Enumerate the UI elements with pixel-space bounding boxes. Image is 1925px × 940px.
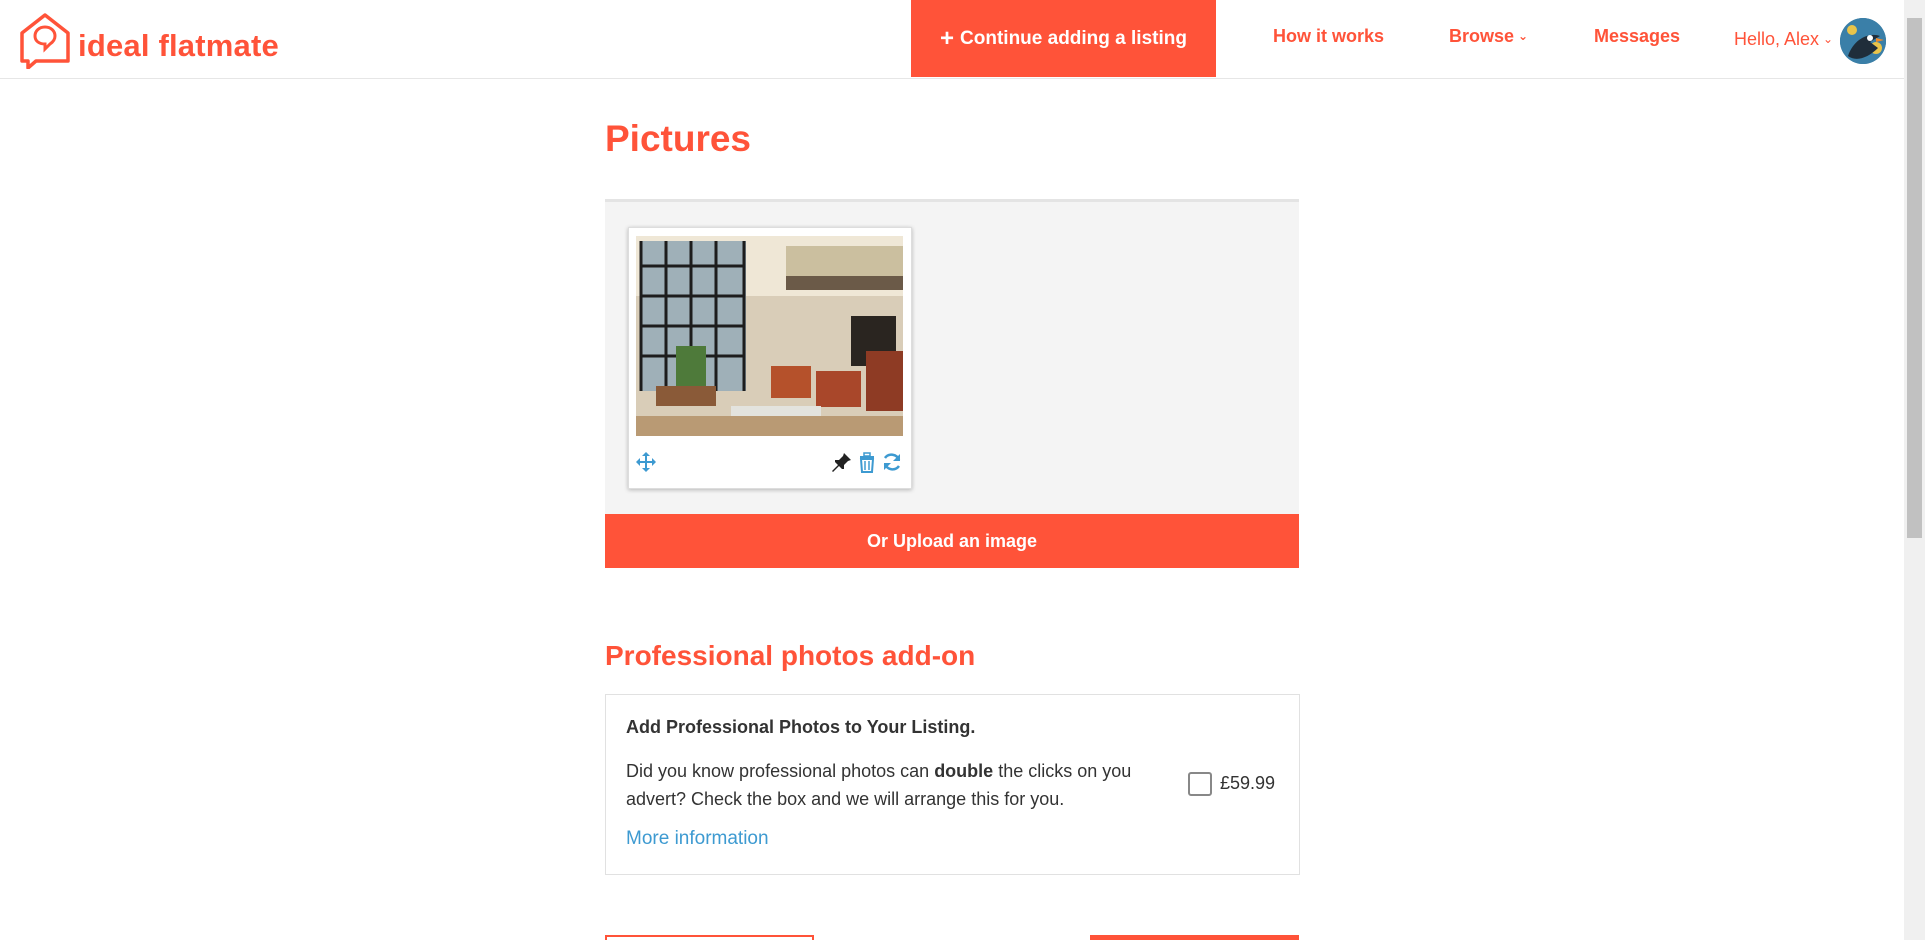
user-menu[interactable]: Hello, Alex ⌄ — [1734, 29, 1833, 50]
avatar[interactable] — [1840, 18, 1886, 64]
nav-link-browse-label: Browse — [1449, 26, 1515, 46]
professional-photos-checkbox[interactable] — [1188, 772, 1212, 796]
trash-icon[interactable] — [856, 451, 878, 473]
living-room-image — [636, 236, 903, 436]
brand-name: ideal flatmate — [78, 28, 279, 63]
nav-link-how-it-works[interactable]: How it works — [1273, 26, 1384, 47]
addon-heading: Professional photos add-on — [605, 640, 976, 671]
chevron-down-icon: ⌄ — [1823, 32, 1834, 46]
photo-card[interactable] — [628, 227, 912, 489]
pin-icon[interactable] — [831, 451, 853, 473]
house-chat-icon — [20, 13, 70, 69]
nav-link-messages[interactable]: Messages — [1594, 26, 1680, 47]
user-greeting: Hello, Alex — [1734, 29, 1820, 49]
addon-panel: Add Professional Photos to Your Listing.… — [605, 694, 1300, 875]
continue-listing-button[interactable]: + Continue adding a listing — [911, 0, 1216, 77]
scrollbar-thumb[interactable] — [1907, 18, 1922, 538]
addon-price: £59.99 — [1220, 773, 1276, 793]
photo-gallery — [605, 199, 1299, 517]
addon-title: Add Professional Photos to Your Listing. — [626, 717, 976, 737]
continue-listing-label: Continue adding a listing — [960, 27, 1187, 49]
nav-link-browse[interactable]: Browse ⌄ — [1449, 26, 1528, 47]
addon-desc-text-1: Did you know professional photos can — [626, 761, 935, 781]
brand-logo[interactable]: ideal flatmate — [18, 11, 279, 69]
upload-image-button[interactable]: Or Upload an image — [605, 514, 1299, 568]
next-button[interactable] — [1090, 935, 1299, 940]
back-button[interactable] — [605, 935, 814, 940]
page-scrollbar[interactable] — [1904, 0, 1925, 940]
listing-photo — [636, 236, 903, 436]
more-information-link[interactable]: More information — [626, 828, 769, 850]
addon-description: Did you know professional photos can dou… — [626, 757, 1186, 813]
top-navbar: ideal flatmate + Continue adding a listi… — [0, 0, 1904, 79]
rotate-icon[interactable] — [881, 451, 903, 473]
page: ideal flatmate + Continue adding a listi… — [0, 0, 1925, 940]
addon-desc-bold: double — [934, 761, 994, 781]
avatar-image — [1840, 18, 1886, 64]
chevron-down-icon: ⌄ — [1518, 29, 1529, 43]
plus-icon: + — [940, 24, 955, 52]
move-icon[interactable] — [635, 451, 657, 473]
page-title: Pictures — [605, 118, 752, 159]
